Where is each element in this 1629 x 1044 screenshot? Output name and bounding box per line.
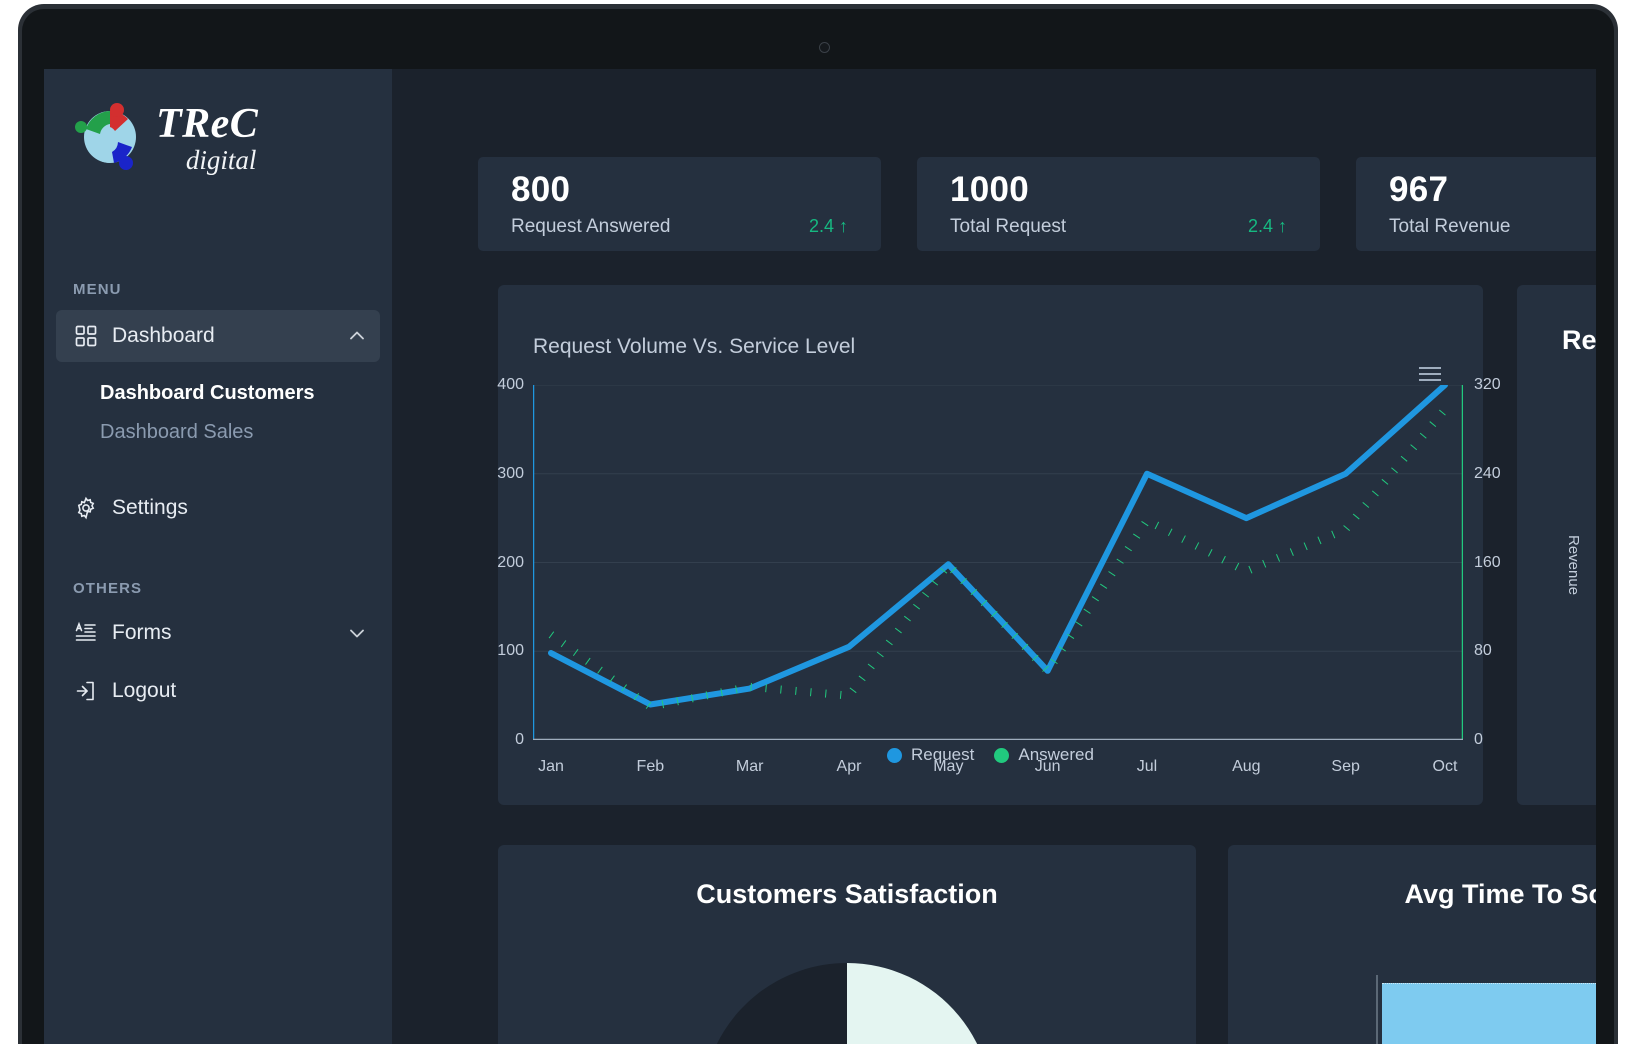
form-list-icon <box>73 620 99 646</box>
legend-entry-answered[interactable]: Answered <box>994 745 1094 765</box>
customers-satisfaction-card: Customers Satisfaction <box>498 845 1196 1044</box>
grid-icon <box>73 323 99 349</box>
sidebar-item-label: Logout <box>112 679 177 702</box>
chart-legend: Request Answered <box>498 745 1483 765</box>
app-viewport: TReC digital MENU Dashboard Dashboard Cu… <box>44 69 1596 1044</box>
sidebar-submenu-dashboard: Dashboard Customers Dashboard Sales <box>44 374 392 452</box>
sidebar-item-forms[interactable]: Forms <box>56 607 380 659</box>
chevron-down-icon[interactable] <box>346 622 368 644</box>
chart-y2-tick-label: 80 <box>1474 642 1492 660</box>
chart-y2-tick-label: 320 <box>1474 376 1501 393</box>
legend-label: Request <box>911 745 975 764</box>
stat-card-request-answered[interactable]: 800 Request Answered 2.4 ↑ <box>478 157 881 251</box>
stats-row: 800 Request Answered 2.4 ↑ 1000 Total Re… <box>478 157 1596 251</box>
legend-label: Answered <box>1018 745 1094 764</box>
revenue-card-title: Re <box>1562 325 1596 355</box>
main-content: 800 Request Answered 2.4 ↑ 1000 Total Re… <box>392 69 1596 1044</box>
stat-label: Total Request <box>950 215 1067 237</box>
sidebar-section-menu: MENU <box>73 281 122 298</box>
stat-delta: 2.4 ↑ <box>808 216 848 236</box>
brand-subtitle: digital <box>185 144 257 175</box>
chart-y-tick-label: 400 <box>497 376 524 393</box>
stat-value: 800 <box>511 170 571 209</box>
chart-y-tick-label: 300 <box>497 464 524 482</box>
sidebar-item-logout[interactable]: Logout <box>56 665 380 717</box>
chart-plot-area: 0 100 200 300 400 0 80 160 240 320 Jan Feb Mar Apr May… <box>497 376 1500 775</box>
stat-card-total-request[interactable]: 1000 Total Request 2.4 ↑ <box>917 157 1320 251</box>
hamburger-menu-icon[interactable] <box>1419 367 1441 383</box>
stat-delta: 2.4 ↑ <box>1247 216 1287 236</box>
sidebar-item-label: Dashboard <box>112 324 215 347</box>
sidebar-item-dashboard[interactable]: Dashboard <box>56 310 380 362</box>
sidebar-section-others: OTHERS <box>73 580 143 597</box>
legend-color-swatch <box>887 747 903 763</box>
avg-time-card: Avg Time To Solve An Issue <box>1228 845 1596 1044</box>
stat-label: Total Revenue <box>1389 215 1511 237</box>
stat-card-total-revenue[interactable]: 967 Total Revenue <box>1356 157 1596 251</box>
revenue-axis-label: Revenue <box>1565 535 1582 596</box>
sidebar: TReC digital MENU Dashboard Dashboard Cu… <box>44 69 392 1044</box>
bar-chart-axis <box>1376 975 1378 1044</box>
device-frame: TReC digital MENU Dashboard Dashboard Cu… <box>18 4 1618 1044</box>
chart-y2-tick-label: 160 <box>1474 553 1501 571</box>
request-volume-chart-card: Request Volume Vs. Service Level 0 100 200… <box>497 285 1560 805</box>
sidebar-item-label: Forms <box>112 621 172 644</box>
stat-value: 967 <box>1389 170 1449 209</box>
chart-y-tick-label: 100 <box>497 642 524 660</box>
sidebar-item-settings[interactable]: Settings <box>56 482 380 534</box>
chart-title: Request Volume Vs. Service Level <box>533 335 856 358</box>
chart-y-tick-label: 200 <box>497 553 524 571</box>
device-bezel: TReC digital MENU Dashboard Dashboard Cu… <box>22 9 1614 1044</box>
revenue-chart-card: Re Revenue <box>1517 285 1596 805</box>
sidebar-subitem-dashboard-customers[interactable]: Dashboard Customers <box>100 374 392 413</box>
trec-globe-logo-icon <box>70 101 144 175</box>
avg-time-card-title: Avg Time To Solve An Issue <box>1404 879 1596 909</box>
satisfaction-card-title: Customers Satisfaction <box>696 879 998 909</box>
stat-value: 1000 <box>950 170 1030 209</box>
brand-logo[interactable]: TReC digital <box>44 69 392 175</box>
legend-color-swatch <box>994 747 1010 763</box>
legend-entry-request[interactable]: Request <box>887 745 974 765</box>
sidebar-item-label: Settings <box>112 496 188 519</box>
stat-label: Request Answered <box>511 215 671 237</box>
chart-y2-tick-label: 240 <box>1474 464 1501 482</box>
chevron-up-icon[interactable] <box>346 325 368 347</box>
logout-icon <box>73 678 99 704</box>
gear-icon <box>73 495 99 521</box>
brand-title: TReC <box>156 100 259 147</box>
avg-time-bar-chart[interactable] <box>1376 975 1596 1044</box>
sidebar-subitem-dashboard-sales[interactable]: Dashboard Sales <box>100 413 392 452</box>
camera-icon <box>819 42 830 53</box>
bar-chart-bar <box>1382 983 1596 1044</box>
line-chart-svg <box>526 382 1470 748</box>
